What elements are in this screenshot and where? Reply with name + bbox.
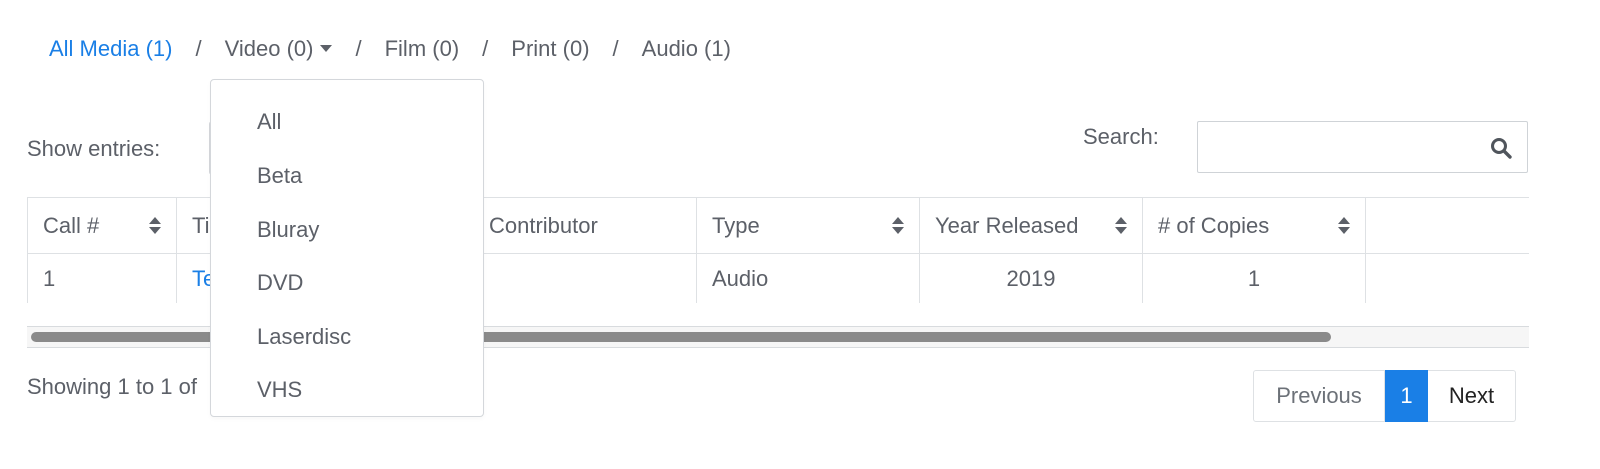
- menu-item-all[interactable]: All: [257, 109, 281, 135]
- cell-partial: [1365, 253, 1529, 303]
- video-dropdown-menu: All Beta Bluray DVD Laserdisc VHS: [210, 79, 484, 417]
- menu-item-laserdisc[interactable]: Laserdisc: [257, 324, 351, 350]
- breadcrumb-separator: /: [612, 36, 619, 61]
- showing-info: Showing 1 to 1 of: [27, 374, 198, 399]
- sort-icon: [1338, 215, 1350, 237]
- crumb-video-dropdown[interactable]: Video (0): [225, 36, 333, 62]
- sort-icon: [1115, 215, 1127, 237]
- col-header-year[interactable]: Year Released: [919, 197, 1143, 254]
- breadcrumb-separator: /: [355, 36, 362, 61]
- breadcrumb-separator: /: [482, 36, 489, 61]
- previous-button[interactable]: Previous: [1253, 370, 1385, 422]
- crumb-video-label: Video (0): [224, 36, 314, 61]
- cell-copies: 1: [1142, 253, 1366, 303]
- cell-contributor: [473, 253, 697, 303]
- breadcrumb-separator: /: [195, 36, 202, 61]
- crumb-print[interactable]: Print (0): [511, 36, 589, 62]
- sort-icon: [149, 215, 161, 237]
- menu-item-beta[interactable]: Beta: [257, 163, 302, 189]
- cell-year: 2019: [919, 253, 1143, 303]
- pagination: Previous 1 Next: [1253, 370, 1516, 422]
- crumb-film[interactable]: Film (0): [385, 36, 460, 62]
- col-header-type[interactable]: Type: [696, 197, 920, 254]
- cell-call: 1: [27, 253, 177, 303]
- cell-type: Audio: [696, 253, 920, 303]
- breadcrumb: All Media (1) / Video (0) / Film (0) / P…: [49, 34, 731, 64]
- menu-item-dvd[interactable]: DVD: [257, 270, 303, 296]
- crumb-audio[interactable]: Audio (1): [642, 36, 731, 62]
- sort-icon: [892, 215, 904, 237]
- search-input[interactable]: [1208, 122, 1482, 172]
- search-label: Search:: [1083, 124, 1159, 149]
- col-header-contributor[interactable]: Contributor: [473, 197, 697, 254]
- next-button[interactable]: Next: [1428, 370, 1516, 422]
- search-icon[interactable]: [1489, 136, 1513, 160]
- col-header-call[interactable]: Call #: [27, 197, 177, 254]
- show-entries-label: Show entries:: [27, 136, 161, 161]
- menu-item-bluray[interactable]: Bluray: [257, 217, 319, 243]
- page-1-button[interactable]: 1: [1385, 370, 1428, 422]
- col-header-next-partial[interactable]: [1365, 197, 1529, 254]
- col-header-copies[interactable]: # of Copies: [1142, 197, 1366, 254]
- caret-down-icon: [320, 44, 333, 52]
- crumb-all-media[interactable]: All Media (1): [49, 36, 172, 62]
- search-box: [1197, 121, 1528, 173]
- menu-item-vhs[interactable]: VHS: [257, 377, 302, 403]
